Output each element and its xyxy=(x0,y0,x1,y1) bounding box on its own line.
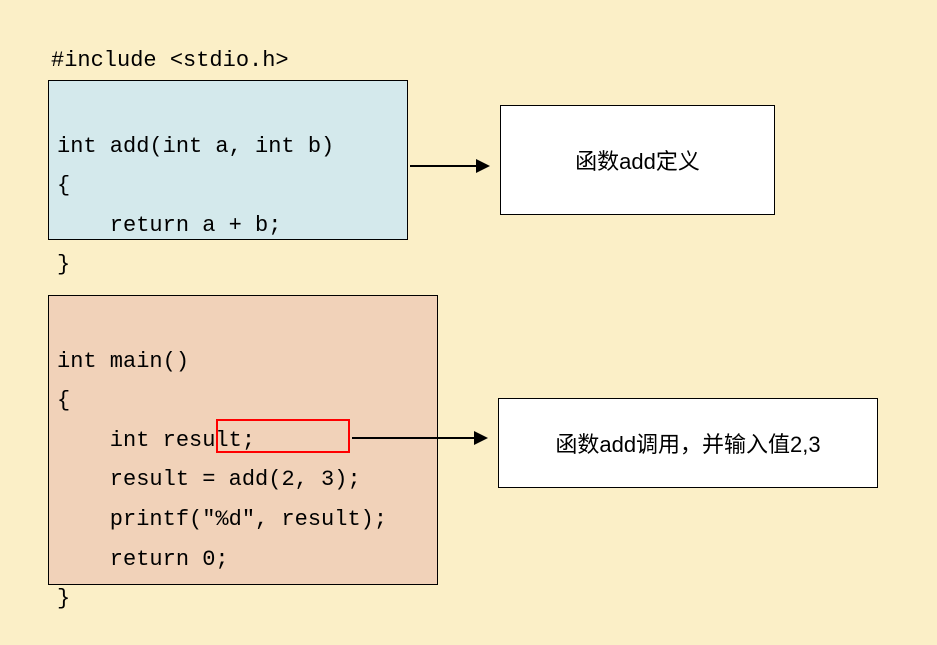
main-line-4: result = add(2, 3); xyxy=(57,467,361,492)
main-line-4-highlight: add(2, 3) xyxy=(229,467,348,492)
add-function-code: int add(int a, int b) { return a + b; } xyxy=(57,134,334,278)
arrow-add-call xyxy=(352,437,486,439)
label-add-definition-text: 函数add定义 xyxy=(575,144,700,176)
main-line-6: return 0; xyxy=(57,547,229,572)
main-line-7: } xyxy=(57,586,70,611)
arrow-add-definition xyxy=(410,165,488,167)
include-directive: #include <stdio.h> xyxy=(51,48,289,73)
label-add-call: 函数add调用，并输入值2,3 xyxy=(498,398,878,488)
main-line-1: int main() xyxy=(57,349,189,374)
main-line-2: { xyxy=(57,388,70,413)
main-line-5: printf("%d", result); xyxy=(57,507,387,532)
main-line-4-suffix: ; xyxy=(347,467,360,492)
label-add-definition: 函数add定义 xyxy=(500,105,775,215)
label-add-call-text: 函数add调用，并输入值2,3 xyxy=(555,427,820,459)
main-line-4-prefix: result = xyxy=(57,467,229,492)
code-box-add-function: int add(int a, int b) { return a + b; } xyxy=(48,80,408,240)
highlight-add-call xyxy=(216,419,350,453)
